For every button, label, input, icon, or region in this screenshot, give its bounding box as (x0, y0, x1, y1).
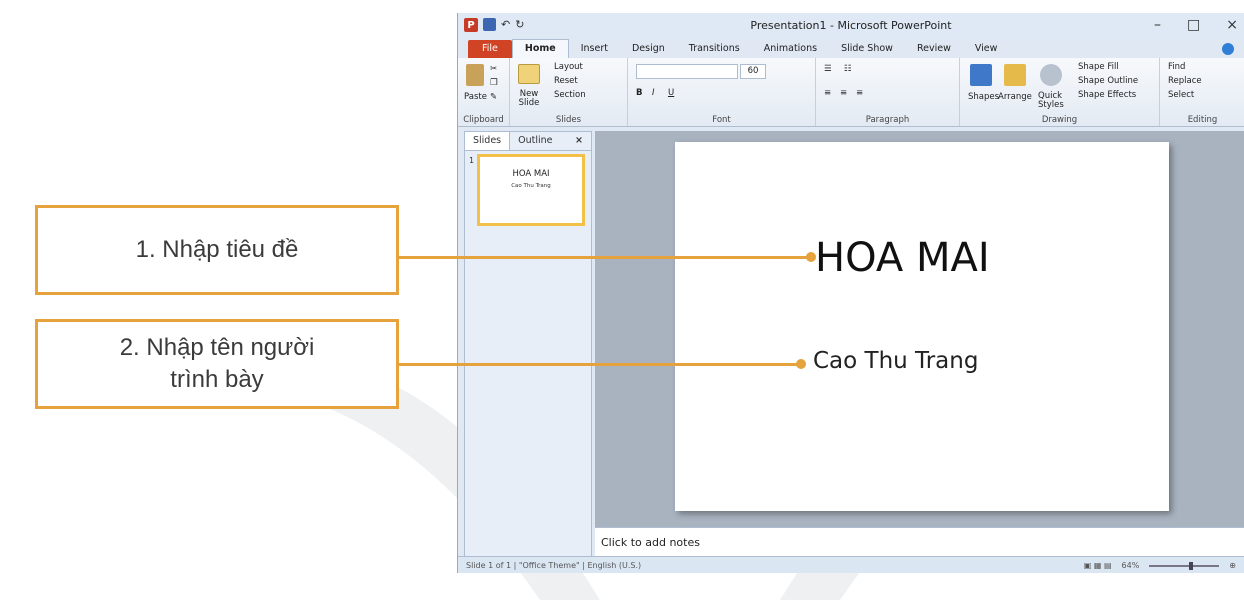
group-label: Clipboard (463, 115, 504, 125)
slides-panel: Slides Outline × 1 HOA MAI Cao Thu Trang (464, 131, 592, 563)
slide-thumbnail[interactable]: HOA MAI Cao Thu Trang (477, 154, 585, 226)
connector-line-presenter (399, 363, 801, 366)
arrange-icon[interactable] (1004, 64, 1026, 86)
bold-button[interactable]: B (636, 88, 642, 98)
arrange-button[interactable]: Arrange (998, 92, 1032, 102)
connector-dot-presenter (796, 359, 806, 369)
connector-line-title (399, 256, 811, 259)
callout-enter-presenter: 2. Nhập tên người trình bày (35, 319, 399, 409)
callout-enter-title: 1. Nhập tiêu đề (35, 205, 399, 295)
callout-enter-title-label: 1. Nhập tiêu đề (135, 236, 299, 263)
align-right-icon[interactable]: ≡ (856, 88, 863, 98)
slide-number: 1 (469, 156, 475, 165)
tab-slide-show[interactable]: Slide Show (829, 40, 905, 58)
new-slide-button[interactable]: New Slide (514, 90, 544, 108)
select-button[interactable]: Select (1168, 90, 1194, 100)
bullets-icon[interactable]: ☰ (824, 64, 832, 74)
shapes-icon[interactable] (970, 64, 992, 86)
copy-icon[interactable]: ❐ (490, 78, 498, 88)
tab-design[interactable]: Design (620, 40, 677, 58)
align-center-icon[interactable]: ≡ (840, 88, 847, 98)
status-right: ▣ ▦ ▤ 64% ⊕ (1084, 557, 1236, 573)
close-panel-icon[interactable]: × (567, 132, 591, 150)
tab-transitions[interactable]: Transitions (677, 40, 752, 58)
title-bar: P ↶ ↻ Presentation1 - Microsoft PowerPoi… (458, 13, 1244, 39)
group-editing: Find Replace Select Editing (1160, 58, 1244, 126)
panel-tabs: Slides Outline × (465, 132, 591, 151)
quick-styles-icon[interactable] (1040, 64, 1062, 86)
cut-icon[interactable]: ✂ (490, 64, 497, 74)
window-title: Presentation1 - Microsoft PowerPoint (750, 19, 952, 32)
connector-dot-title (806, 252, 816, 262)
font-name-combobox[interactable] (636, 64, 738, 79)
callout-enter-presenter-line1: 2. Nhập tên người (119, 334, 315, 361)
language: English (U.S.) (587, 561, 642, 570)
ribbon-tabs: File Home Insert Design Transitions Anim… (458, 39, 1244, 58)
group-clipboard: Paste ✂ ❐ ✎ Clipboard (458, 58, 510, 126)
tab-file[interactable]: File (468, 40, 512, 58)
group-label: Editing (1187, 115, 1218, 125)
section-button[interactable]: Section (554, 90, 586, 100)
shapes-button[interactable]: Shapes (968, 92, 999, 102)
slide-editing-area: HOA MAI Cao Thu Trang (595, 131, 1244, 537)
reset-button[interactable]: Reset (554, 76, 578, 86)
theme-name: "Office Theme" (518, 561, 580, 570)
tab-slides[interactable]: Slides (465, 132, 511, 150)
window-controls: – □ × (1154, 17, 1238, 33)
zoom-level[interactable]: 64% (1122, 557, 1140, 573)
ribbon: Paste ✂ ❐ ✎ Clipboard New Slide Layout R… (458, 58, 1244, 127)
zoom-slider-knob[interactable] (1189, 561, 1194, 570)
font-size-combobox[interactable]: 60 (740, 64, 766, 79)
paste-button[interactable]: Paste (464, 92, 487, 102)
status-left: Slide 1 of 1 | "Office Theme" | English … (466, 561, 642, 570)
group-slides: New Slide Layout Reset Section Slides (510, 58, 628, 126)
tab-home[interactable]: Home (511, 39, 569, 58)
callout-enter-presenter-line2: trình bày (170, 366, 264, 393)
slide-title-text[interactable]: HOA MAI (815, 235, 990, 281)
slide-subtitle-text[interactable]: Cao Thu Trang (813, 348, 978, 374)
tab-review[interactable]: Review (905, 40, 963, 58)
group-drawing: Shapes Arrange Quick Styles Shape Fill S… (960, 58, 1160, 126)
close-button[interactable]: × (1226, 17, 1238, 33)
powerpoint-window: P ↶ ↻ Presentation1 - Microsoft PowerPoi… (457, 13, 1244, 573)
tab-insert[interactable]: Insert (569, 40, 620, 58)
new-slide-icon[interactable] (518, 64, 540, 84)
group-label: Drawing (1041, 115, 1078, 125)
group-label: Paragraph (865, 115, 910, 125)
tab-view[interactable]: View (963, 40, 1010, 58)
italic-button[interactable]: I (652, 88, 655, 98)
layout-button[interactable]: Layout (554, 62, 583, 72)
group-label: Slides (555, 115, 582, 125)
notes-pane[interactable]: Click to add notes (595, 527, 1244, 556)
replace-button[interactable]: Replace (1168, 76, 1202, 86)
quick-styles-button[interactable]: Quick Styles (1038, 92, 1068, 110)
slide-canvas[interactable]: HOA MAI Cao Thu Trang (675, 142, 1169, 511)
maximize-button[interactable]: □ (1187, 17, 1200, 33)
tab-outline[interactable]: Outline (510, 132, 560, 150)
paste-icon[interactable] (466, 64, 484, 86)
shape-outline-button[interactable]: Shape Outline (1078, 76, 1138, 86)
slide-count: Slide 1 of 1 (466, 561, 512, 570)
numbering-icon[interactable]: ☷ (844, 64, 852, 74)
help-area (1216, 43, 1234, 55)
underline-button[interactable]: U (668, 88, 674, 98)
shape-effects-button[interactable]: Shape Effects (1078, 90, 1136, 100)
thumbnail-subtitle: Cao Thu Trang (511, 183, 551, 189)
shape-fill-button[interactable]: Shape Fill (1078, 62, 1119, 72)
format-painter-icon[interactable]: ✎ (490, 92, 497, 102)
align-left-icon[interactable]: ≡ (824, 88, 831, 98)
status-bar: Slide 1 of 1 | "Office Theme" | English … (458, 556, 1244, 573)
minimize-button[interactable]: – (1154, 17, 1161, 33)
group-font: 60 B I U Font (628, 58, 816, 126)
zoom-slider[interactable] (1149, 561, 1220, 570)
help-icon[interactable] (1222, 43, 1234, 55)
group-paragraph: ☰ ☷ ≡ ≡ ≡ Paragraph (816, 58, 960, 126)
thumbnail-title: HOA MAI (512, 169, 550, 179)
group-label: Font (712, 115, 731, 125)
tab-animations[interactable]: Animations (752, 40, 829, 58)
view-buttons-icon[interactable]: ▣ ▦ ▤ (1084, 557, 1112, 573)
find-button[interactable]: Find (1168, 62, 1185, 72)
fit-slide-icon[interactable]: ⊕ (1229, 557, 1236, 573)
